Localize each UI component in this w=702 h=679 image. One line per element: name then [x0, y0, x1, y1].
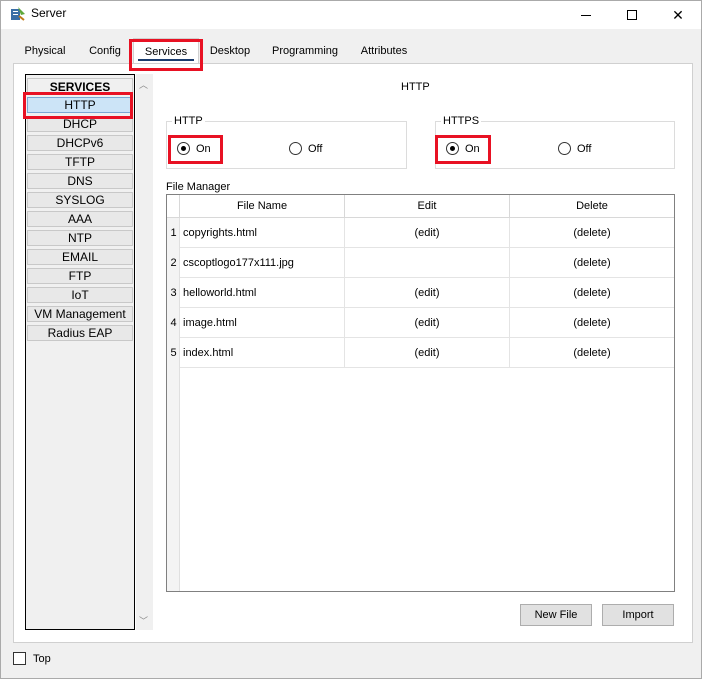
- edit-link[interactable]: (edit): [345, 338, 510, 368]
- https-group-label: HTTPS: [441, 115, 482, 127]
- delete-link[interactable]: (delete): [510, 248, 674, 278]
- column-header-delete[interactable]: Delete: [510, 195, 674, 218]
- tab-programming[interactable]: Programming: [261, 38, 349, 64]
- file-name-cell[interactable]: cscoptlogo177x111.jpg: [180, 248, 345, 278]
- minimize-icon: [581, 14, 591, 16]
- service-item-ftp[interactable]: FTP: [27, 268, 133, 284]
- maximize-icon: [627, 10, 637, 20]
- close-button[interactable]: ✕: [655, 1, 701, 29]
- https-on-highlight: [435, 135, 491, 164]
- server-app-icon: [11, 7, 25, 21]
- row-number: 1: [170, 227, 177, 239]
- file-name-cell[interactable]: image.html: [180, 308, 345, 338]
- table-row: 2 cscoptlogo177x111.jpg (delete): [167, 248, 674, 278]
- row-number: 2: [170, 257, 177, 269]
- services-scrollbar[interactable]: ︿ ﹀: [136, 74, 153, 630]
- delete-link[interactable]: (delete): [510, 338, 674, 368]
- minimize-button[interactable]: [563, 1, 609, 29]
- panel-title: HTTP: [401, 81, 430, 93]
- top-checkbox[interactable]: Top: [13, 652, 51, 665]
- http-on-highlight: [168, 135, 223, 164]
- file-name-cell[interactable]: copyrights.html: [180, 218, 345, 248]
- services-tab-highlight: [129, 39, 203, 71]
- tab-config[interactable]: Config: [77, 38, 133, 64]
- window-title: Server: [31, 6, 67, 20]
- table-row: 4 image.html (edit) (delete): [167, 308, 674, 338]
- edit-link: [345, 248, 510, 278]
- maximize-button[interactable]: [609, 1, 655, 29]
- row-number-header: [167, 195, 180, 218]
- row-number: 4: [170, 317, 177, 329]
- table-row: 5 index.html (edit) (delete): [167, 338, 674, 368]
- file-manager-label: File Manager: [166, 181, 231, 193]
- http-group-label: HTTP: [172, 115, 205, 127]
- tab-attributes[interactable]: Attributes: [349, 38, 419, 64]
- service-item-vm-management[interactable]: VM Management: [27, 306, 133, 322]
- checkbox-unchecked-icon: [13, 652, 26, 665]
- https-off-radio[interactable]: Off: [558, 142, 591, 155]
- import-button[interactable]: Import: [602, 604, 674, 626]
- tab-physical[interactable]: Physical: [13, 38, 77, 64]
- delete-link[interactable]: (delete): [510, 218, 674, 248]
- radio-unchecked-icon: [558, 142, 571, 155]
- row-number: 3: [170, 287, 177, 299]
- scroll-down-icon[interactable]: ﹀: [139, 614, 148, 627]
- services-list: SERVICES HTTP DHCP DHCPv6 TFTP DNS SYSLO…: [25, 74, 135, 630]
- new-file-button[interactable]: New File: [520, 604, 592, 626]
- table-row: 3 helloworld.html (edit) (delete): [167, 278, 674, 308]
- service-item-email[interactable]: EMAIL: [27, 249, 133, 265]
- service-item-aaa[interactable]: AAA: [27, 211, 133, 227]
- service-item-iot[interactable]: IoT: [27, 287, 133, 303]
- column-header-file-name[interactable]: File Name: [180, 195, 345, 218]
- close-icon: ✕: [672, 6, 684, 23]
- edit-link[interactable]: (edit): [345, 218, 510, 248]
- radio-unchecked-icon: [289, 142, 302, 155]
- edit-link[interactable]: (edit): [345, 308, 510, 338]
- table-row: 1 copyrights.html (edit) (delete): [167, 218, 674, 248]
- server-window: Server ✕ Physical Config Services Deskto…: [0, 0, 702, 679]
- title-bar: Server ✕: [1, 1, 701, 29]
- service-item-tftp[interactable]: TFTP: [27, 154, 133, 170]
- http-service-highlight: [23, 92, 133, 119]
- service-item-dhcpv6[interactable]: DHCPv6: [27, 135, 133, 151]
- delete-link[interactable]: (delete): [510, 308, 674, 338]
- column-header-edit[interactable]: Edit: [345, 195, 510, 218]
- tab-desktop[interactable]: Desktop: [199, 38, 261, 64]
- file-manager-table: File Name Edit Delete 1 copyrights.html …: [166, 194, 675, 592]
- file-name-cell[interactable]: index.html: [180, 338, 345, 368]
- scroll-up-icon[interactable]: ︿: [139, 78, 148, 91]
- edit-link[interactable]: (edit): [345, 278, 510, 308]
- service-item-radius-eap[interactable]: Radius EAP: [27, 325, 133, 341]
- http-off-radio[interactable]: Off: [289, 142, 322, 155]
- service-item-dns[interactable]: DNS: [27, 173, 133, 189]
- row-number: 5: [170, 347, 177, 359]
- service-item-ntp[interactable]: NTP: [27, 230, 133, 246]
- delete-link[interactable]: (delete): [510, 278, 674, 308]
- service-item-syslog[interactable]: SYSLOG: [27, 192, 133, 208]
- file-name-cell[interactable]: helloworld.html: [180, 278, 345, 308]
